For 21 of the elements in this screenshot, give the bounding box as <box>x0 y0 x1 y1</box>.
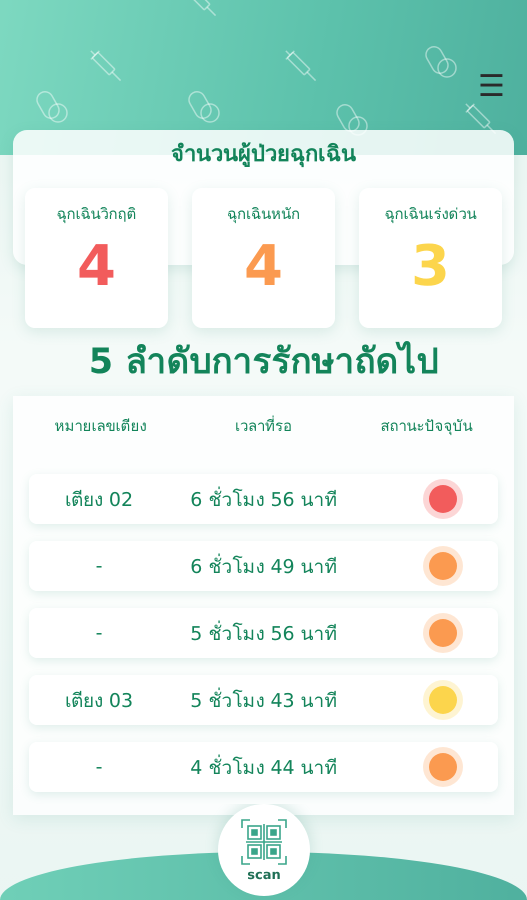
queue-title: 5 ลำดับการรักษาถัดไป <box>88 340 440 384</box>
stat-count: 4 <box>244 233 283 301</box>
stat-count: 3 <box>411 233 450 301</box>
bed-number: เตียง 03 <box>64 689 134 714</box>
bed-number: - <box>94 622 104 644</box>
wait-time: 5 ชั่วโมง 43 นาที <box>169 685 359 715</box>
wait-time: 6 ชั่วโมง 49 นาที <box>169 551 359 581</box>
stat-label: ฉุกเฉินเร่งด่วน <box>384 204 476 226</box>
stat-count: 4 <box>77 233 116 301</box>
column-header: หมายเลขเตียง <box>54 416 148 437</box>
bed-number: - <box>94 555 104 577</box>
column-header: สถานะปัจจุบัน <box>380 416 474 438</box>
stat-label: ฉุกเฉินวิกฤติ <box>56 204 136 226</box>
wait-time: 5 ชั่วโมง 56 นาที <box>169 618 359 648</box>
column-header: เวลาที่รอ <box>234 414 293 437</box>
wait-time: 6 ชั่วโมง 56 นาที <box>169 484 359 514</box>
summary-title: จำนวนผู้ป่วยฉุกเฉิน <box>170 141 357 168</box>
bed-number: - <box>94 756 104 778</box>
bed-number: เตียง 02 <box>64 488 134 513</box>
stat-label: ฉุกเฉินหนัก <box>227 204 300 226</box>
wait-time: 4 ชั่วโมง 44 นาที <box>169 752 359 782</box>
